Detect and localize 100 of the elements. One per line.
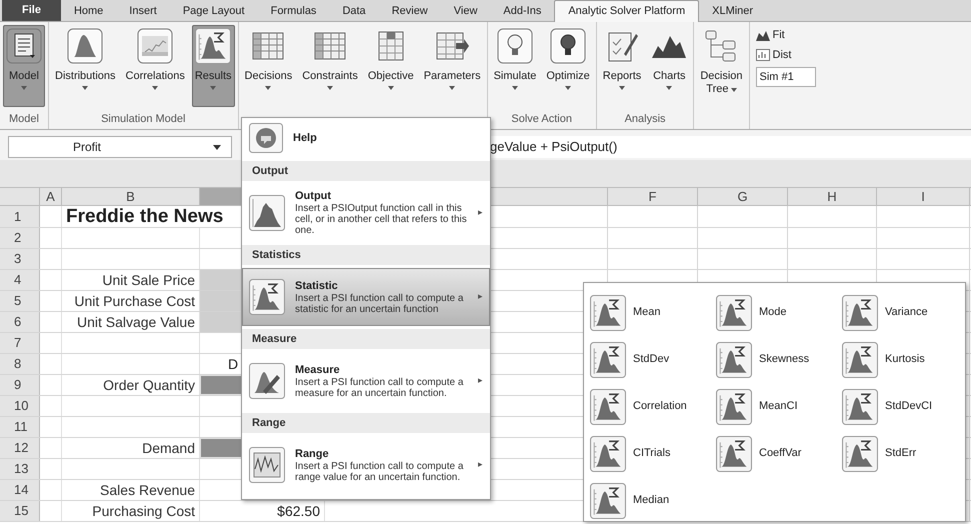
submenu-item[interactable]: StdDevCI — [842, 383, 968, 430]
sheet-title: Freddie the News — [65, 206, 222, 227]
help-bubble-icon — [249, 123, 283, 153]
row-header[interactable]: 11 — [0, 417, 40, 437]
histogram-sigma-icon — [195, 28, 232, 64]
row-header[interactable]: 9 — [0, 375, 40, 395]
caret-icon — [327, 86, 334, 90]
submenu-item[interactable]: Kurtosis — [842, 336, 968, 383]
ribbon-small-button[interactable]: Fit — [756, 27, 816, 43]
ribbon-tab[interactable]: Review — [378, 1, 441, 21]
submenu-item[interactable]: Skewness — [716, 336, 842, 383]
lightbulb-icon — [496, 28, 533, 64]
cell-label: Demand — [142, 438, 195, 458]
menu-item[interactable]: Statistic Insert a PSI function call to compute a statistic for an uncertain function ▸ — [242, 268, 490, 326]
submenu-item[interactable]: Correlation — [590, 383, 716, 430]
menu-item[interactable]: Measure Insert a PSI function call to compute a measure for an uncertain function. ▸ — [242, 352, 490, 410]
ribbon-button[interactable]: Decision Tree — [697, 25, 746, 107]
distribution-icon — [67, 28, 104, 64]
row-header[interactable]: 5 — [0, 291, 40, 311]
column-header[interactable]: I — [877, 188, 970, 205]
ribbon-button[interactable]: Decisions — [242, 25, 296, 107]
submenu-item[interactable]: CoeffVar — [716, 430, 842, 477]
ribbon-tab[interactable]: XLMiner — [699, 1, 766, 21]
row-header[interactable]: 15 — [0, 501, 40, 521]
histogram-sigma-icon — [716, 294, 752, 330]
row-header[interactable]: 12 — [0, 438, 40, 458]
caret-icon — [265, 86, 272, 90]
caret-icon — [730, 88, 737, 92]
column-header[interactable]: F — [608, 188, 698, 205]
ribbon-button[interactable]: Simulate — [490, 25, 540, 107]
menu-item-title: Help — [293, 132, 318, 144]
row-header[interactable]: 2 — [0, 228, 40, 248]
area-chart-icon — [756, 29, 770, 41]
row-header[interactable]: 3 — [0, 249, 40, 269]
menu-item-description: Insert a PSI function call to compute a statistic for an uncertain function — [295, 292, 464, 314]
document-icon — [6, 28, 42, 64]
histogram-sigma-icon — [842, 388, 878, 424]
line-chart-icon — [249, 447, 285, 483]
submenu-item[interactable]: Variance — [842, 289, 968, 336]
row-header[interactable]: 6 — [0, 312, 40, 332]
ribbon-button[interactable]: Charts — [648, 25, 690, 107]
histogram-sigma-icon — [590, 294, 626, 330]
ribbon-tab[interactable]: Data — [329, 1, 379, 21]
menu-item-title: Range — [295, 448, 330, 460]
group-label: Analysis — [624, 112, 666, 128]
ribbon-button[interactable]: Distributions — [52, 25, 119, 107]
ribbon-tab[interactable]: Analytic Solver Platform — [554, 0, 700, 22]
ribbon-button[interactable]: Optimize — [543, 25, 593, 107]
ribbon-button[interactable]: Constraints — [299, 25, 361, 107]
caret-icon — [449, 86, 456, 90]
menu-item[interactable]: Help — [242, 118, 490, 158]
submenu-item[interactable]: MeanCI — [716, 383, 842, 430]
histogram-sigma-icon — [590, 342, 626, 378]
caret-icon — [152, 86, 158, 90]
cell-label: Unit Salvage Value — [76, 312, 195, 332]
row-header[interactable]: 14 — [0, 480, 40, 500]
row-header[interactable]: 10 — [0, 396, 40, 416]
row-header[interactable]: 4 — [0, 270, 40, 290]
column-header[interactable]: G — [698, 188, 788, 205]
row-header[interactable]: 13 — [0, 459, 40, 479]
column-header[interactable]: H — [788, 188, 877, 205]
name-box[interactable]: Profit — [8, 136, 232, 158]
cell[interactable]: $62.50 — [200, 501, 325, 521]
submenu-item[interactable]: StdErr — [842, 430, 968, 477]
row-header[interactable]: 7 — [0, 333, 40, 353]
caret-icon — [512, 86, 518, 90]
ribbon-tab[interactable]: Insert — [116, 1, 170, 21]
ribbon-small-button[interactable]: Dist — [756, 47, 816, 63]
menu-item[interactable]: Output Insert a PSIOutput function call in this cell, or in another cell that refers to this one. ▸ — [242, 184, 490, 242]
menu-item[interactable]: Range Insert a PSI function call to compute a range value for an uncertain function. ▸ — [242, 436, 490, 494]
histogram-sigma-icon — [842, 342, 878, 378]
ribbon-button[interactable]: Reports — [600, 25, 644, 107]
submenu-item[interactable]: CITrials — [590, 430, 716, 477]
ribbon-button[interactable]: Objective — [364, 25, 417, 107]
caret-icon — [565, 86, 572, 90]
ribbon-tab[interactable]: View — [440, 1, 490, 21]
histogram-sigma-icon — [716, 436, 752, 472]
file-tab[interactable]: File — [2, 0, 61, 21]
submenu-item[interactable]: Median — [590, 477, 716, 524]
submenu-item[interactable]: Mode — [716, 289, 842, 336]
ribbon-button[interactable]: Parameters — [420, 25, 484, 107]
ribbon-tab[interactable]: Page Layout — [170, 1, 258, 21]
ribbon-button[interactable]: Correlations — [122, 25, 188, 107]
caret-icon — [21, 86, 27, 90]
ribbon-tab[interactable]: Add-Ins — [490, 1, 554, 21]
row-header[interactable]: 1 — [0, 206, 40, 227]
ribbon-button[interactable]: Results — [192, 25, 235, 107]
ribbon-button[interactable]: Model — [3, 25, 45, 107]
ribbon-tab[interactable]: Formulas — [258, 1, 330, 21]
formula-field[interactable]: geValue + PsiOutput() — [490, 136, 971, 158]
submenu-item[interactable]: Mean — [590, 289, 716, 336]
cell-label: Unit Purchase Cost — [74, 292, 195, 310]
ribbon-tab[interactable]: Home — [60, 1, 116, 21]
menu-item-description: Insert a PSI function call to compute a range value for an uncertain function. — [295, 460, 464, 482]
sim-select[interactable]: Sim #1 — [756, 67, 816, 87]
submenu-item[interactable]: StdDev — [590, 336, 716, 383]
row-header[interactable]: 8 — [0, 354, 40, 374]
column-header[interactable]: A — [40, 188, 62, 205]
cell-label: Order Quantity — [103, 376, 195, 395]
histogram-sigma-icon — [590, 436, 626, 472]
